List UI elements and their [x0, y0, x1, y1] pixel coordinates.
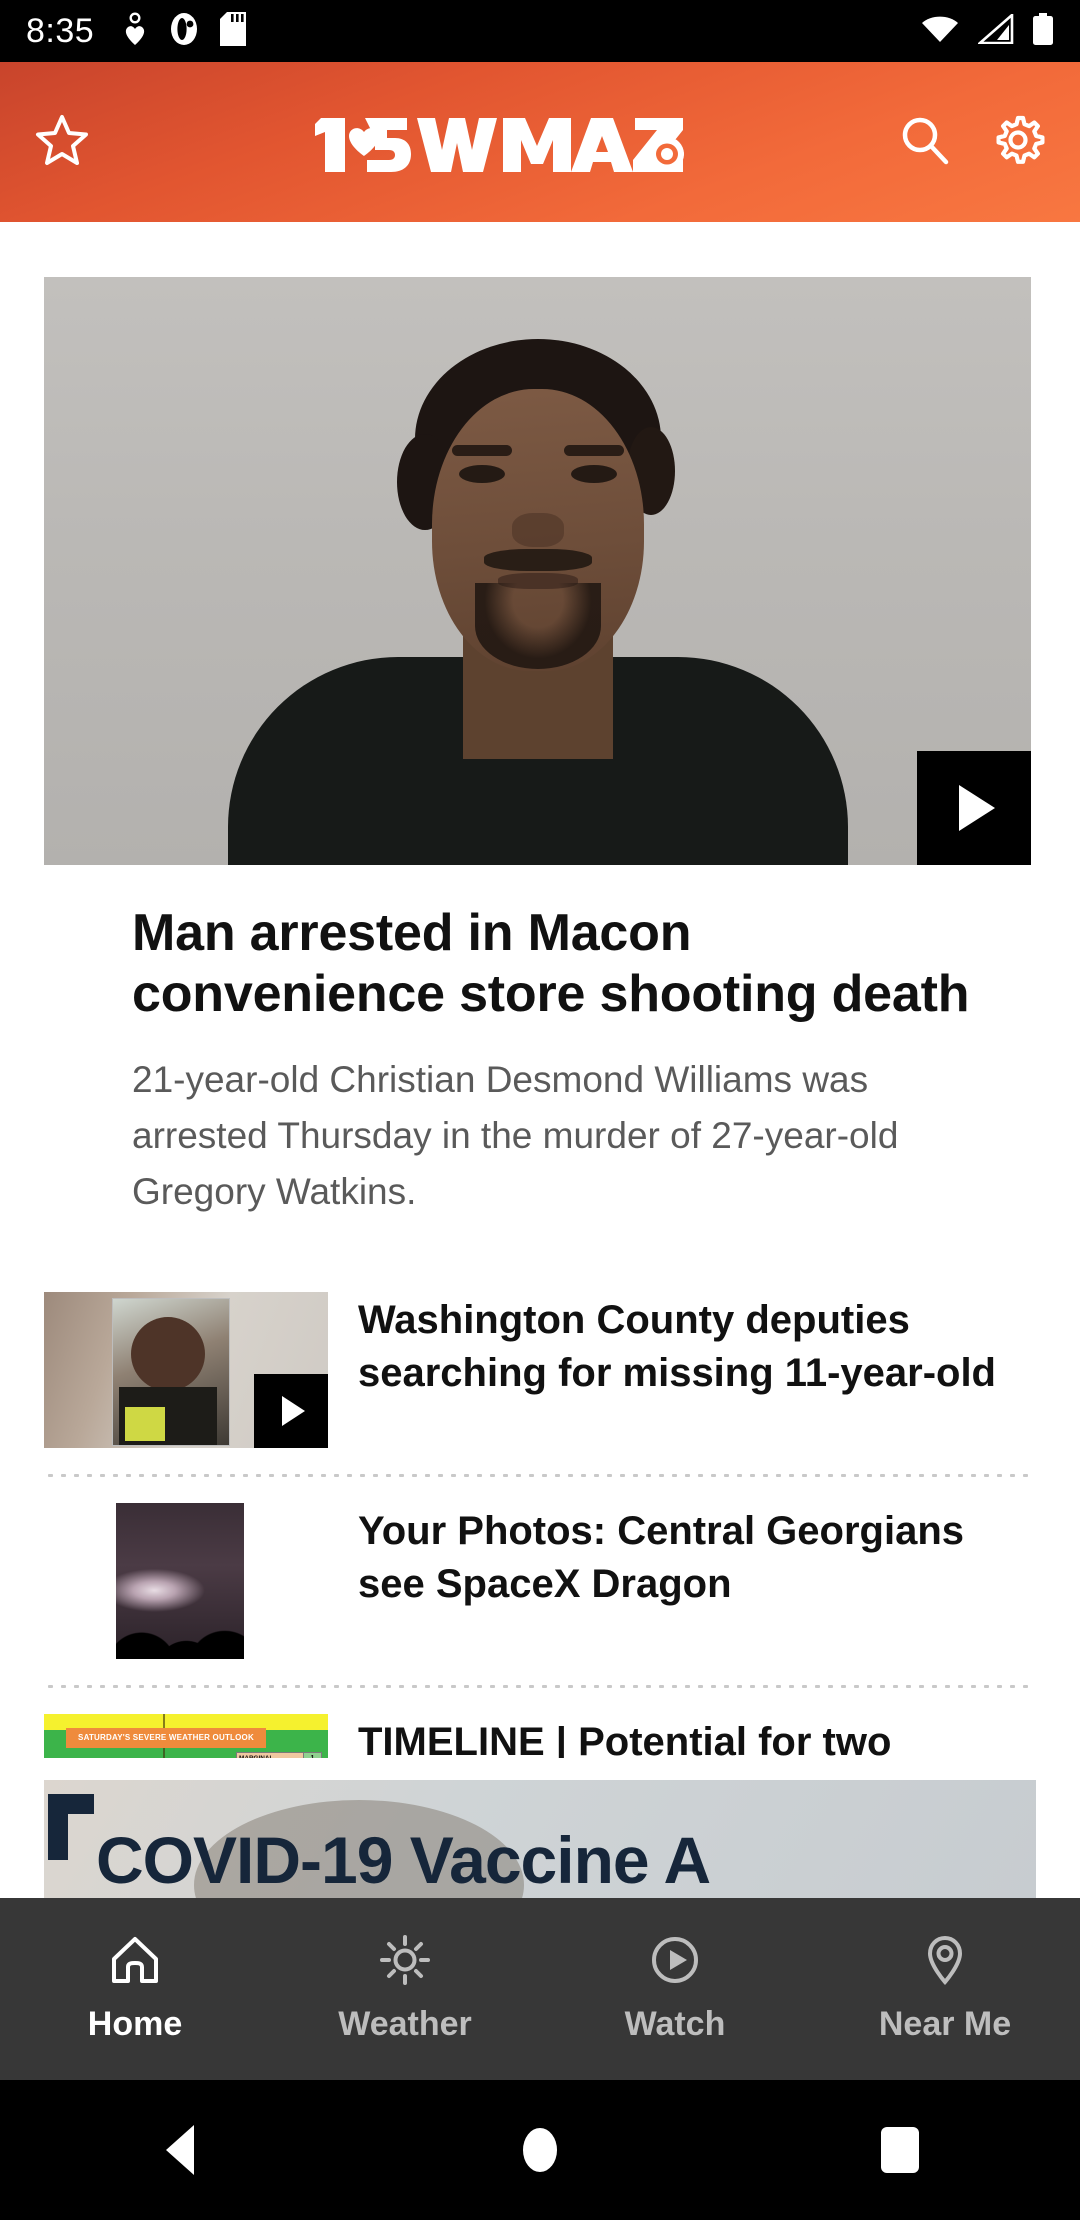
- thumbnail-inner-frame: [112, 1298, 230, 1447]
- hero-subject-brow-left: [451, 445, 512, 456]
- android-home-button[interactable]: [360, 2128, 720, 2172]
- spacex-plume: [116, 1503, 244, 1660]
- nav-tab-label: Near Me: [878, 2005, 1012, 2043]
- logo-13wmaz: [315, 111, 685, 173]
- nav-tab-label: Watch: [624, 2005, 726, 2043]
- nav-tab-label: Weather: [338, 2005, 472, 2043]
- android-recents-button[interactable]: [720, 2127, 1080, 2173]
- sun-icon: [379, 1934, 431, 1991]
- play-icon: [959, 785, 995, 831]
- thumbnail-subject-face: [131, 1317, 205, 1392]
- status-bar-system-icons: [920, 11, 1054, 50]
- list-divider: [44, 1685, 1036, 1689]
- mugshot-photo: [44, 277, 1031, 865]
- status-bar-notification-icons: [122, 11, 247, 51]
- hero-article[interactable]: Man arrested in Macon convenience store …: [44, 277, 1031, 1220]
- location-pin-icon: [919, 1934, 971, 1991]
- hero-subject-beard: [474, 583, 601, 669]
- hero-subject-eye-left: [458, 465, 505, 483]
- article-headline[interactable]: Your Photos: Central Georgians see Space…: [358, 1503, 1036, 1611]
- hero-subject-brow-right: [563, 445, 624, 456]
- bottom-navigation-bar: Home Weather Watch Near Me: [0, 1898, 1080, 2080]
- list-item[interactable]: Your Photos: Central Georgians see Space…: [0, 1503, 1080, 1660]
- play-icon: [282, 1396, 305, 1427]
- night-sky-photo: [44, 1503, 328, 1660]
- nav-tab-near-me[interactable]: Near Me: [810, 1934, 1080, 2044]
- article-thumbnail[interactable]: [44, 1503, 328, 1660]
- thumbnail-shirt-graphic: [125, 1407, 165, 1442]
- recents-square-icon: [881, 2127, 919, 2173]
- contact-icon: [170, 12, 198, 51]
- article-headline[interactable]: Washington County deputies searching for…: [358, 1292, 1036, 1400]
- wifi-icon: [920, 14, 960, 49]
- hero-image[interactable]: [44, 277, 1031, 865]
- next-article-bracket-graphic: [48, 1794, 94, 1860]
- nav-tab-watch[interactable]: Watch: [540, 1934, 810, 2044]
- home-icon: [109, 1934, 161, 1991]
- status-bar-clock: 8:35: [26, 11, 95, 50]
- app-header-left: [34, 112, 154, 173]
- map-banner-title: SATURDAY'S SEVERE WEATHER OUTLOOK: [66, 1728, 266, 1749]
- search-icon[interactable]: [898, 113, 952, 172]
- app-header-actions: [846, 112, 1046, 173]
- nav-tab-label: Home: [87, 2005, 183, 2043]
- nav-tab-home[interactable]: Home: [0, 1934, 270, 2044]
- app-header: [0, 62, 1080, 222]
- gear-icon[interactable]: [990, 112, 1046, 173]
- treeline-silhouette: [116, 1617, 244, 1660]
- hero-subject-moustache: [483, 549, 592, 571]
- list-divider: [44, 1474, 1036, 1478]
- status-bar: 8:35: [0, 0, 1080, 62]
- battery-icon: [1032, 12, 1054, 50]
- list-item[interactable]: Washington County deputies searching for…: [0, 1292, 1080, 1449]
- next-article-peek[interactable]: COVID-19 Vaccine A: [0, 1758, 1080, 1898]
- nav-tab-weather[interactable]: Weather: [270, 1934, 540, 2044]
- star-icon[interactable]: [34, 112, 90, 173]
- heart-activity-icon: [122, 11, 148, 51]
- sd-card-icon: [220, 11, 247, 51]
- home-circle-icon: [523, 2128, 557, 2172]
- back-triangle-icon: [166, 2125, 194, 2175]
- hero-subject-eye-right: [570, 465, 617, 483]
- android-back-button[interactable]: [0, 2125, 360, 2175]
- next-article-headline[interactable]: COVID-19 Vaccine A: [96, 1822, 711, 1898]
- article-thumbnail[interactable]: [44, 1292, 328, 1449]
- news-feed[interactable]: Man arrested in Macon convenience store …: [0, 222, 1080, 1898]
- hero-subject-nose: [511, 513, 564, 547]
- play-circle-icon: [649, 1934, 701, 1991]
- hero-summary: 21-year-old Christian Desmond Williams w…: [132, 1058, 899, 1213]
- hero-headline[interactable]: Man arrested in Macon convenience store …: [132, 903, 982, 1026]
- android-navigation-bar: [0, 2080, 1080, 2220]
- thumbnail-play-button[interactable]: [254, 1374, 328, 1449]
- station-logo[interactable]: [154, 111, 846, 173]
- phone-screen: 8:35 Man arrested in Macon convenience s…: [0, 0, 1080, 2220]
- hero-play-button[interactable]: [917, 751, 1031, 865]
- cellular-signal-icon: [976, 11, 1014, 49]
